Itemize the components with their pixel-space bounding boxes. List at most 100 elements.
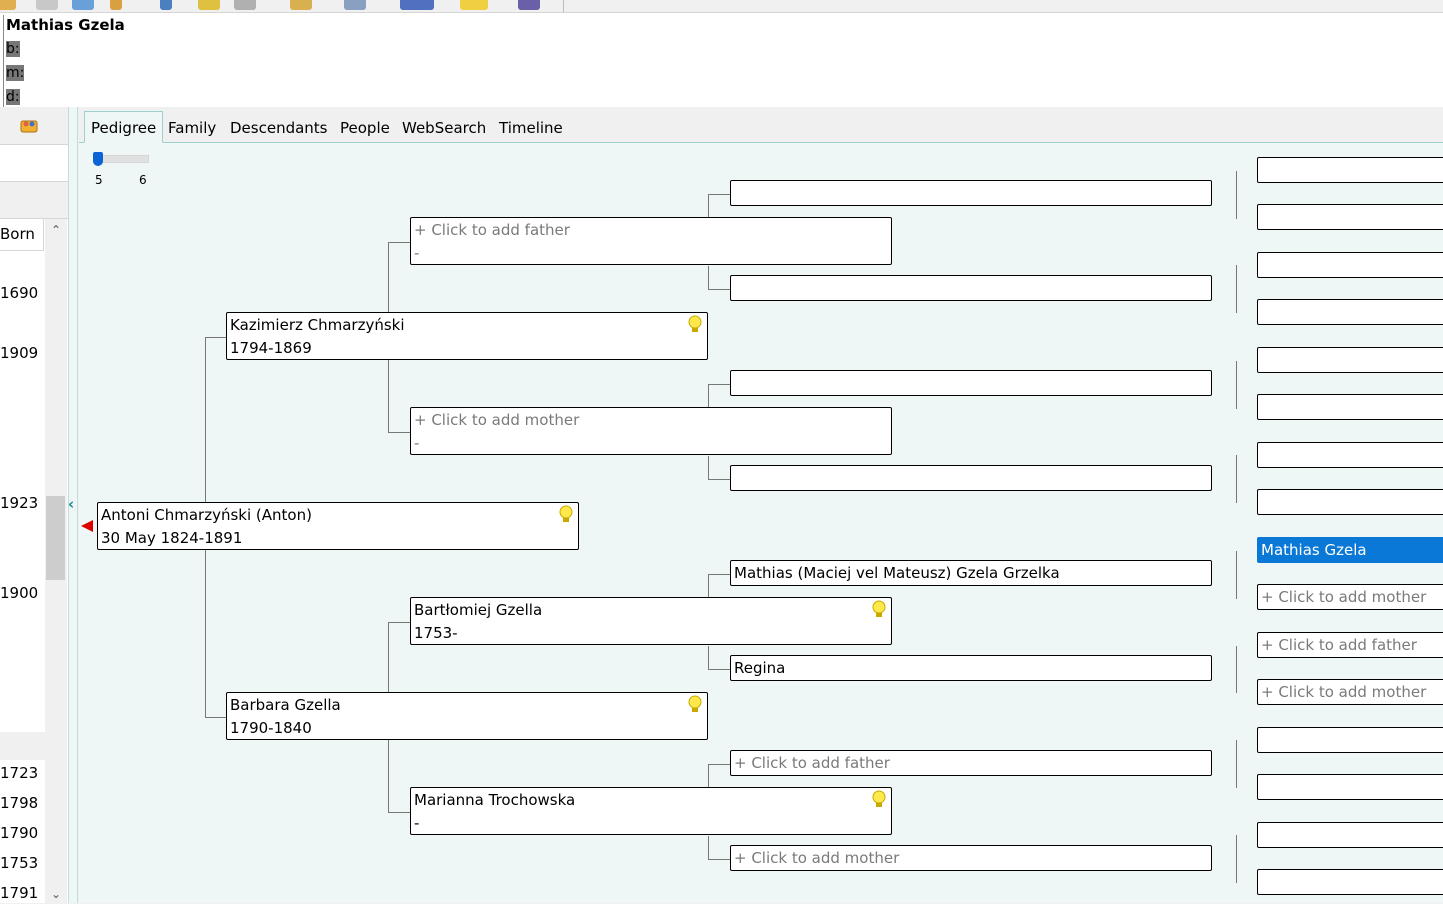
add-mother-label: + Click to add mother: [414, 411, 580, 429]
toolbar-icon-3[interactable]: [72, 0, 94, 10]
empty-ancestor-box[interactable]: [1257, 394, 1443, 420]
list-item-born[interactable]: 1690: [0, 284, 38, 302]
toolbar-icon-4[interactable]: [110, 0, 122, 10]
list-item-born[interactable]: 1790: [0, 824, 38, 842]
tab-family[interactable]: Family: [168, 111, 216, 143]
connector: [1236, 646, 1237, 693]
tab-timeline[interactable]: Timeline: [499, 111, 563, 143]
add-father-box[interactable]: + Click to add father: [730, 750, 1212, 776]
add-father-box[interactable]: + Click to add father: [1257, 632, 1443, 658]
hint-bulb-icon[interactable]: [871, 600, 887, 620]
hint-bulb-icon[interactable]: [687, 315, 703, 335]
person-name: Mathias Gzela: [6, 16, 125, 34]
connector: [1236, 835, 1237, 883]
toolbar-icon-2[interactable]: [36, 0, 58, 10]
hint-bulb-icon[interactable]: [687, 695, 703, 715]
connector: [708, 574, 730, 575]
maternal-grandfather-box[interactable]: Bartłomiej Gzella 1753-: [410, 597, 892, 645]
panel-splitter[interactable]: ‹: [68, 107, 78, 903]
toolbar-icon-7[interactable]: [234, 0, 256, 10]
empty-ancestor-box[interactable]: [1257, 822, 1443, 848]
add-mother-label: + Click to add mother: [1261, 683, 1427, 701]
empty-ancestor-box[interactable]: [730, 180, 1212, 206]
tab-people[interactable]: People: [340, 111, 390, 143]
add-mother-dates: -: [414, 434, 420, 452]
empty-ancestor-box[interactable]: [730, 465, 1212, 491]
toolbar-icon-11[interactable]: [460, 0, 488, 10]
connector: [708, 194, 709, 218]
maternal-grandfather-dates: 1753-: [414, 624, 458, 642]
empty-ancestor-box[interactable]: [1257, 157, 1443, 183]
empty-ancestor-box[interactable]: [1257, 204, 1443, 230]
toolbar-icon-10[interactable]: [400, 0, 434, 10]
empty-ancestor-box[interactable]: [1257, 442, 1443, 468]
list-item-born[interactable]: 1909: [0, 344, 38, 362]
connector: [1236, 171, 1237, 219]
empty-ancestor-box[interactable]: [1257, 489, 1443, 515]
scroll-down-icon[interactable]: ⌄: [51, 887, 61, 901]
toolbar-icon-6[interactable]: [198, 0, 220, 10]
root-person-box[interactable]: Antoni Chmarzyński (Anton) 30 May 1824-1…: [97, 502, 579, 550]
list-item-born[interactable]: 1753: [0, 854, 38, 872]
people-filter-area: [0, 182, 68, 218]
maternal-grandmother-name: Marianna Trochowska: [414, 791, 576, 809]
hint-bulb-icon[interactable]: [558, 505, 574, 525]
people-list-panel: Born 1690 1909 1923 1900 1723 1798 1790 …: [0, 107, 68, 904]
mother-box[interactable]: Barbara Gzella 1790-1840: [226, 692, 708, 740]
root-person-name: Antoni Chmarzyński (Anton): [101, 506, 312, 524]
generations-slider-track[interactable]: [97, 155, 149, 163]
add-mother-box[interactable]: + Click to add mother -: [410, 407, 892, 455]
born-column-header[interactable]: Born: [0, 219, 44, 251]
empty-ancestor-box[interactable]: [1257, 347, 1443, 373]
family-group-icon[interactable]: [20, 117, 38, 133]
people-list-scrollbar[interactable]: ⌃ ⌄: [45, 219, 67, 904]
generations-slider-knob[interactable]: [93, 152, 103, 166]
add-father-box[interactable]: + Click to add father -: [410, 217, 892, 265]
selected-ancestor-box[interactable]: Mathias Gzela: [1257, 537, 1443, 563]
maternal-grandmother-box[interactable]: Marianna Trochowska -: [410, 787, 892, 835]
married-label: m:: [6, 65, 25, 81]
father-box[interactable]: Kazimierz Chmarzyński 1794-1869: [226, 312, 708, 360]
add-mother-box[interactable]: + Click to add mother: [730, 845, 1212, 871]
people-search-field[interactable]: [0, 145, 68, 182]
list-item-born[interactable]: 1798: [0, 794, 38, 812]
toolbar-icon-9[interactable]: [344, 0, 366, 10]
empty-ancestor-box[interactable]: [1257, 727, 1443, 753]
tab-pedigree[interactable]: Pedigree: [84, 111, 164, 143]
great-grandmother-box[interactable]: Regina: [730, 655, 1212, 681]
connector: [708, 764, 730, 765]
collapse-left-icon[interactable]: ‹: [68, 495, 74, 513]
empty-ancestor-box[interactable]: [1257, 869, 1443, 895]
empty-ancestor-box[interactable]: [1257, 299, 1443, 325]
connector: [708, 384, 730, 385]
list-item-born[interactable]: 1791: [0, 884, 38, 902]
list-item-born[interactable]: 1923: [0, 494, 38, 512]
toolbar-icon-8[interactable]: [290, 0, 312, 10]
list-item-born[interactable]: 1723: [0, 764, 38, 782]
empty-ancestor-box[interactable]: [1257, 774, 1443, 800]
list-item-born[interactable]: 1900: [0, 584, 38, 602]
died-label: d:: [6, 89, 20, 105]
empty-ancestor-box[interactable]: [1257, 252, 1443, 278]
connector: [708, 194, 730, 195]
connector: [708, 266, 709, 290]
toolbar-icon-1[interactable]: [0, 0, 16, 10]
tab-websearch[interactable]: WebSearch: [402, 111, 486, 143]
scroll-up-icon[interactable]: ⌃: [51, 223, 61, 237]
add-mother-box[interactable]: + Click to add mother: [1257, 584, 1443, 610]
tab-descendants[interactable]: Descendants: [230, 111, 328, 143]
father-name: Kazimierz Chmarzyński: [230, 316, 405, 334]
great-grandfather-box[interactable]: Mathias (Maciej vel Mateusz) Gzela Grzel…: [730, 560, 1212, 586]
hint-bulb-icon[interactable]: [871, 790, 887, 810]
people-list: Born 1690 1909 1923 1900 1723 1798 1790 …: [0, 218, 68, 904]
toolbar-icon-5[interactable]: [160, 0, 172, 10]
empty-ancestor-box[interactable]: [730, 275, 1212, 301]
add-father-dates: -: [414, 244, 420, 262]
summary-divider: [3, 15, 4, 107]
connector: [205, 337, 226, 338]
scroll-thumb[interactable]: [46, 496, 65, 580]
add-mother-box[interactable]: + Click to add mother: [1257, 679, 1443, 705]
toolbar: [0, 0, 1443, 13]
empty-ancestor-box[interactable]: [730, 370, 1212, 396]
toolbar-icon-12[interactable]: [518, 0, 540, 10]
